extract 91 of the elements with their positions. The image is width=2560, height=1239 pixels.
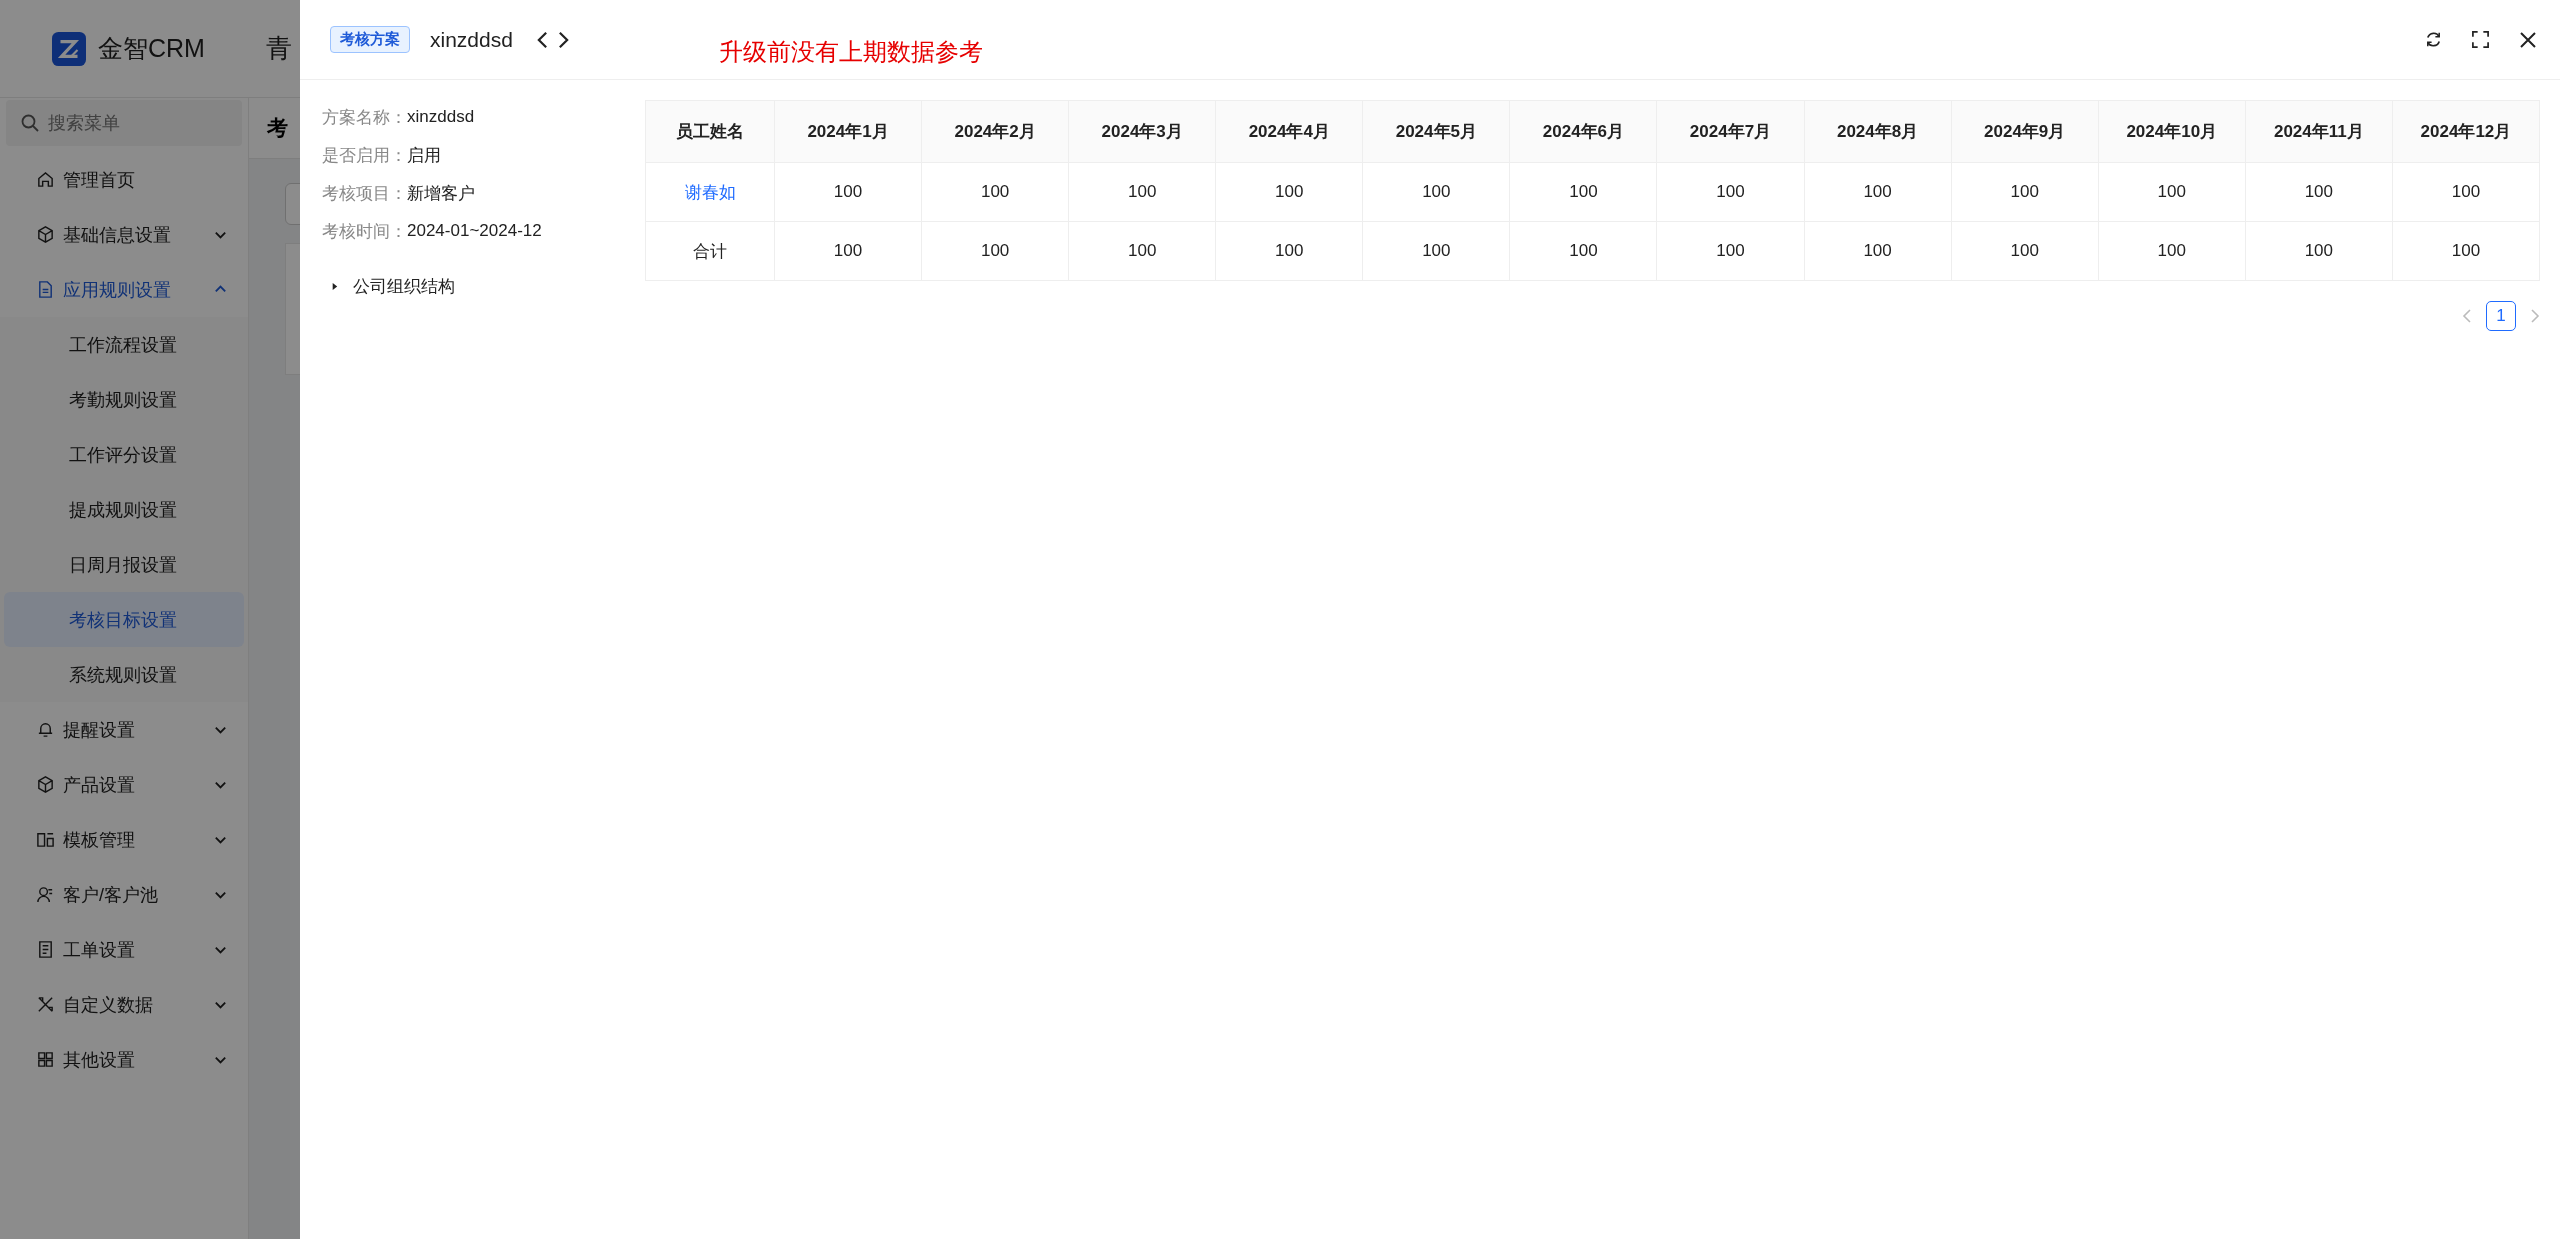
- submenu-item[interactable]: 工作流程设置: [4, 317, 244, 372]
- menu-item[interactable]: 应用规则设置: [0, 262, 248, 317]
- table-cell: 100: [1068, 221, 1216, 281]
- layout-icon: [36, 830, 55, 849]
- cube-icon: [36, 225, 55, 244]
- employee-link[interactable]: 谢春如: [684, 182, 736, 202]
- field-value: 启用: [407, 144, 441, 167]
- column-header: 2024年6月: [1509, 100, 1657, 163]
- column-header: 2024年9月: [1951, 100, 2099, 163]
- table-cell: 100: [1509, 162, 1657, 222]
- submenu-item[interactable]: 日周月报设置: [4, 537, 244, 592]
- table-cell: 100: [1656, 221, 1805, 281]
- field-label: 考核时间：: [322, 220, 407, 243]
- drawer-title: xinzddsd: [430, 27, 513, 52]
- search-field[interactable]: 搜索菜单: [6, 100, 242, 146]
- table-cell: 100: [1804, 221, 1952, 281]
- table-cell: 100: [2098, 221, 2246, 281]
- tree-node[interactable]: 公司组织结构: [322, 272, 622, 300]
- table-cell: 100: [2392, 221, 2540, 281]
- column-header: 2024年4月: [1215, 100, 1363, 163]
- fullscreen-icon[interactable]: [2471, 30, 2490, 49]
- field-value: 2024-01~2024-12: [407, 221, 542, 241]
- menu-item[interactable]: 基础信息设置: [0, 207, 248, 262]
- table-cell: 100: [1951, 162, 2099, 222]
- table-cell: 100: [774, 221, 922, 281]
- column-header: 2024年7月: [1656, 100, 1805, 163]
- page-title: 考: [267, 115, 288, 141]
- table-cell: 100: [921, 221, 1069, 281]
- column-header: 2024年1月: [774, 100, 922, 163]
- bell-icon: [36, 720, 55, 739]
- menu-item[interactable]: 客户/客户池: [0, 867, 248, 922]
- search-icon: [20, 113, 40, 133]
- grid-icon: [36, 1050, 55, 1069]
- next-icon[interactable]: [557, 29, 569, 50]
- close-icon[interactable]: [2518, 29, 2538, 50]
- column-header: 2024年8月: [1804, 100, 1952, 163]
- submenu-item[interactable]: 提成规则设置: [4, 482, 244, 537]
- menu-item[interactable]: 模板管理: [0, 812, 248, 867]
- top-bar-text: 青: [266, 32, 292, 65]
- table-cell: 100: [774, 162, 922, 222]
- menu-item[interactable]: 产品设置: [0, 757, 248, 812]
- home-icon: [36, 170, 55, 189]
- table-cell: 100: [2098, 162, 2246, 222]
- table-cell: 100: [1215, 162, 1363, 222]
- table-cell: 100: [1509, 221, 1657, 281]
- logo-text: 金智CRM: [98, 33, 205, 64]
- field-label: 是否启用：: [322, 144, 407, 167]
- logo-icon: [52, 31, 86, 66]
- menu-item[interactable]: 提醒设置: [0, 702, 248, 757]
- previous-page-icon: [2462, 308, 2472, 324]
- user-icon: [36, 885, 55, 904]
- submenu-item[interactable]: 工作评分设置: [4, 427, 244, 482]
- menu-item[interactable]: 工单设置: [0, 922, 248, 977]
- table-cell: 100: [1362, 162, 1510, 222]
- field-label: 方案名称：: [322, 106, 407, 129]
- plan-tag: 考核方案: [330, 26, 410, 53]
- submenu-item[interactable]: 考勤规则设置: [4, 372, 244, 427]
- table-cell: 100: [1215, 221, 1363, 281]
- menu-item[interactable]: 管理首页: [0, 152, 248, 207]
- table-cell: 100: [2392, 162, 2540, 222]
- submenu-item[interactable]: 考核目标设置: [4, 592, 244, 647]
- cube-icon: [36, 775, 55, 794]
- table-cell: 100: [1068, 162, 1216, 222]
- refresh-icon[interactable]: [2424, 30, 2443, 49]
- notice-text: 升级前没有上期数据参考: [718, 37, 983, 67]
- column-header: 2024年11月: [2245, 100, 2393, 163]
- table-cell: 100: [1656, 162, 1805, 222]
- menu-item[interactable]: 其他设置: [0, 1032, 248, 1087]
- table-cell: 100: [1804, 162, 1952, 222]
- column-header: 2024年5月: [1362, 100, 1510, 163]
- list-icon: [36, 940, 55, 959]
- column-header: 2024年3月: [1068, 100, 1216, 163]
- menu-item[interactable]: 自定义数据: [0, 977, 248, 1032]
- document-icon: [36, 280, 55, 299]
- table-cell: 100: [2245, 162, 2393, 222]
- column-header: 2024年12月: [2392, 100, 2540, 163]
- table-cell: 100: [2245, 221, 2393, 281]
- table-cell: 100: [1951, 221, 2099, 281]
- field-value: 新增客户: [407, 182, 475, 205]
- column-header: 2024年2月: [921, 100, 1069, 163]
- field-value: xinzddsd: [407, 107, 475, 127]
- previous-icon[interactable]: [536, 29, 548, 50]
- column-header: 2024年10月: [2098, 100, 2246, 163]
- next-page-icon: [2530, 308, 2540, 324]
- column-header: 员工姓名: [645, 100, 775, 163]
- total-label: 合计: [693, 241, 727, 261]
- page-button[interactable]: 1: [2486, 301, 2516, 331]
- field-label: 考核项目：: [322, 182, 407, 205]
- table-cell: 100: [1362, 221, 1510, 281]
- table-cell: 100: [921, 162, 1069, 222]
- submenu-item[interactable]: 系统规则设置: [4, 647, 244, 702]
